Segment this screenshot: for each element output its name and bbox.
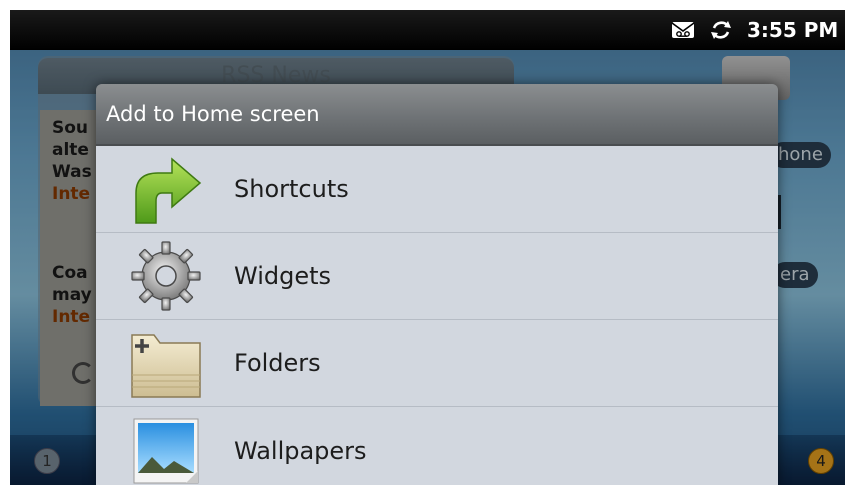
phone-screen: RSS News Sou alte Was Inte Coa may Inte … — [10, 10, 845, 485]
status-time: 3:55 PM — [747, 18, 839, 42]
voicemail-icon — [671, 19, 695, 41]
widgets-label: Widgets — [234, 262, 332, 290]
status-bar: 3:55 PM — [10, 10, 845, 50]
dialog-header: Add to Home screen — [96, 84, 778, 146]
sync-icon — [709, 19, 733, 41]
dialog-item-wallpapers[interactable]: Wallpapers — [96, 407, 778, 485]
wallpaper-icon — [128, 413, 204, 485]
dialog-item-widgets[interactable]: Widgets — [96, 233, 778, 320]
dialog-item-shortcuts[interactable]: Shortcuts — [96, 146, 778, 233]
gear-icon — [128, 238, 204, 314]
folder-icon — [128, 325, 204, 401]
dialog-title: Add to Home screen — [106, 102, 320, 126]
dialog-list: Shortcuts Widgets Folders Wallpapers — [96, 146, 778, 485]
folders-label: Folders — [234, 349, 321, 377]
dialog-item-folders[interactable]: Folders — [96, 320, 778, 407]
add-to-home-dialog: Add to Home screen Shortcuts Widgets Fol… — [96, 84, 778, 485]
shortcuts-label: Shortcuts — [234, 175, 349, 203]
shortcut-arrow-icon — [128, 151, 204, 227]
wallpapers-label: Wallpapers — [234, 436, 367, 465]
